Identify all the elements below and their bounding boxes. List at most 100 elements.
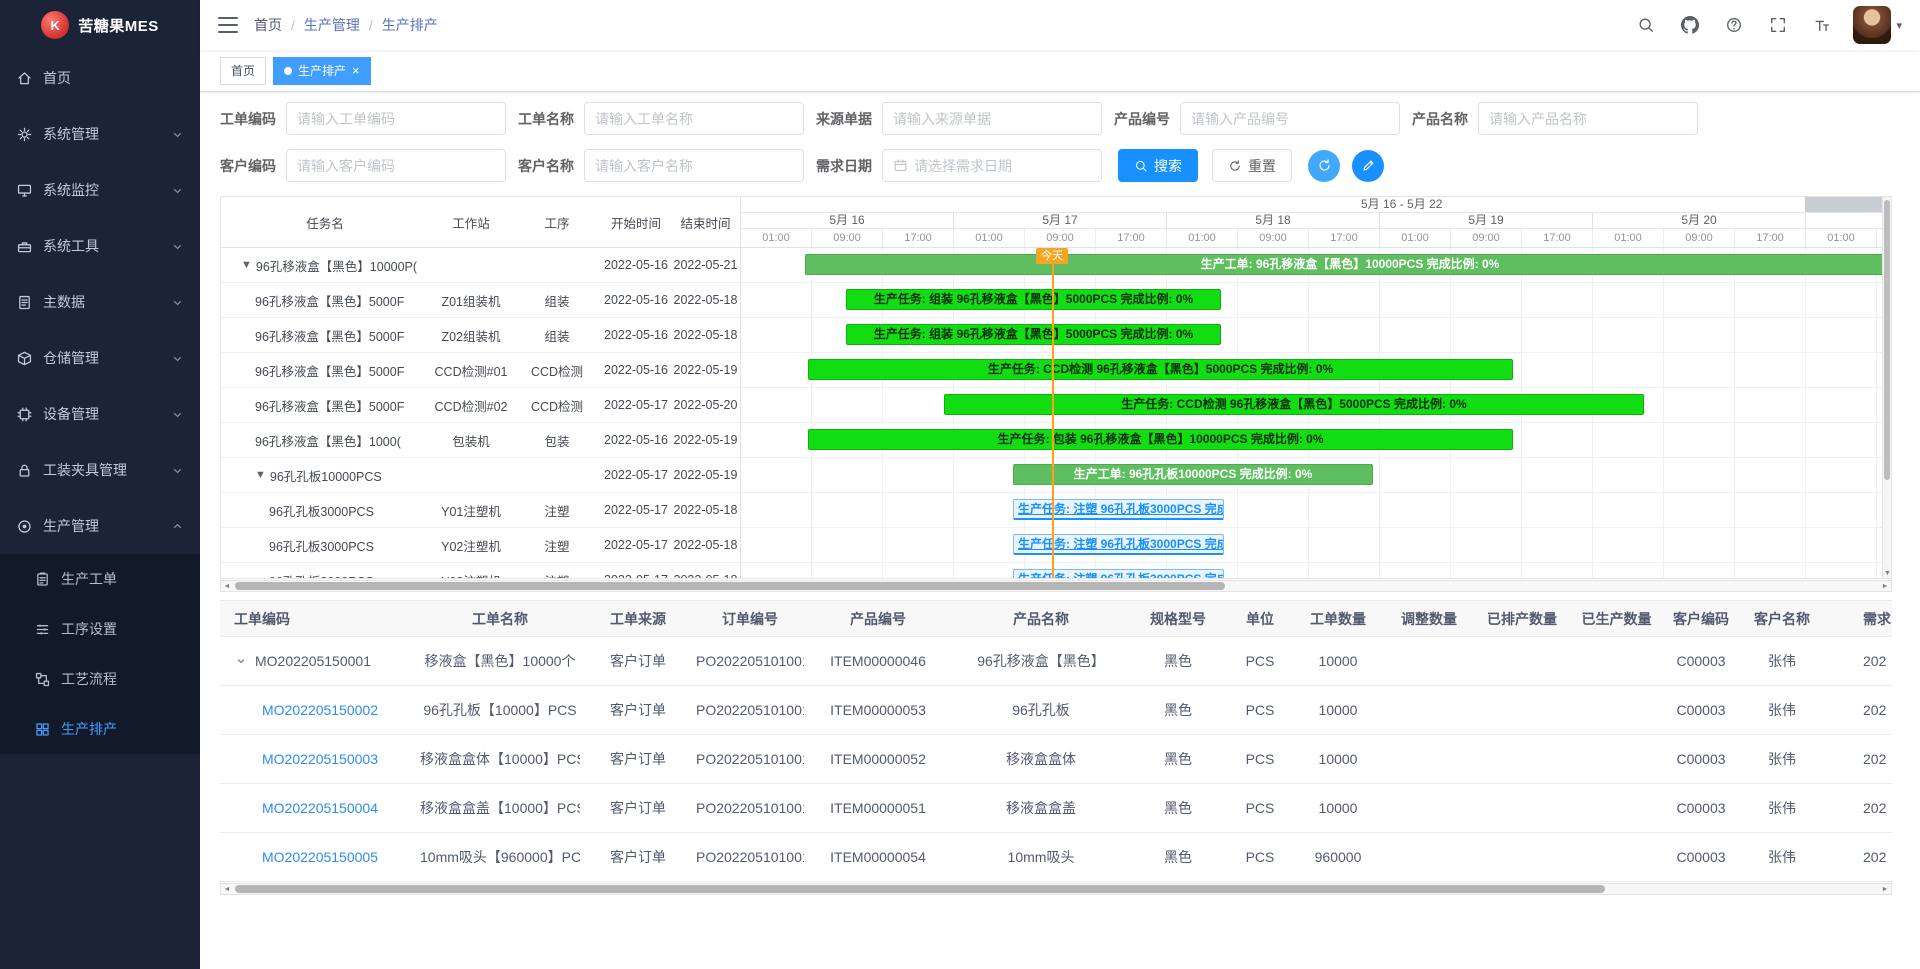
hamburger-menu-icon[interactable] (218, 17, 238, 33)
input-field[interactable] (595, 111, 793, 127)
gantt-bar[interactable]: 生产任务: 注塑 96孔孔板3000PCS 完成 (1013, 569, 1224, 578)
table-cell (1382, 735, 1476, 784)
user-menu[interactable]: ▾ (1853, 6, 1902, 44)
gantt-grid-row[interactable]: 96孔移液盒【黑色】5000F CCD检测#02 CCD检测 2022-05-1… (221, 388, 740, 423)
filter-text-input[interactable] (286, 149, 506, 182)
sidebar-subitem-8-3[interactable]: 生产排产 (0, 704, 200, 754)
search-button[interactable]: 搜索 (1118, 149, 1198, 182)
filter-text-input[interactable] (1180, 102, 1400, 135)
gantt-grid-row[interactable]: 96孔孔板3000PCS Y02注塑机 注塑 2022-05-17 2022-0… (221, 528, 740, 563)
gantt-grid-row[interactable]: 96孔移液盒【黑色】1000( 包装机 包装 2022-05-16 2022-0… (221, 423, 740, 458)
work-order-code-link[interactable]: MO202205150002 (262, 702, 378, 718)
sidebar-item-2[interactable]: 系统监控 (0, 162, 200, 218)
gantt-grid-row[interactable]: ▼ 96孔移液盒【黑色】10000P( 2022-05-16 2022-05-2… (221, 248, 740, 283)
gantt-grid-row[interactable]: 96孔孔板3000PCS Y01注塑机 注塑 2022-05-17 2022-0… (221, 493, 740, 528)
gantt-bar[interactable]: 生产工单: 96孔移液盒【黑色】10000PCS 完成比例: 0% (805, 254, 1884, 275)
gantt-bar[interactable]: 生产任务: CCD检测 96孔移液盒【黑色】5000PCS 完成比例: 0% (944, 394, 1644, 415)
table-cell: 张伟 (1737, 833, 1827, 882)
input-field[interactable] (1489, 111, 1687, 127)
scrollbar-thumb[interactable] (235, 885, 1605, 893)
font-size-button[interactable] (1805, 8, 1839, 42)
sidebar-item-8[interactable]: 生产管理 (0, 498, 200, 554)
input-field[interactable] (297, 111, 495, 127)
expand-triangle-icon[interactable]: ▼ (255, 469, 266, 481)
demand-date-input[interactable] (882, 149, 1102, 182)
search-button[interactable] (1629, 8, 1663, 42)
fullscreen-button[interactable] (1761, 8, 1795, 42)
filter-text-input[interactable] (1478, 102, 1698, 135)
gantt-grid-row[interactable]: 96孔移液盒【黑色】5000F Z01组装机 组装 2022-05-16 202… (221, 283, 740, 318)
sidebar-subitem-8-2[interactable]: 工艺流程 (0, 654, 200, 704)
work-order-code-link[interactable]: MO202205150003 (262, 751, 378, 767)
filter-text-input[interactable] (286, 102, 506, 135)
sidebar-item-7[interactable]: 工装夹具管理 (0, 442, 200, 498)
breadcrumb-item-1[interactable]: 生产管理 (304, 15, 360, 35)
input-field[interactable] (914, 158, 1091, 174)
gantt-bar[interactable]: 生产任务: 注塑 96孔孔板3000PCS 完成 (1013, 499, 1224, 520)
gantt-grid-row[interactable]: 96孔移液盒【黑色】5000F Z02组装机 组装 2022-05-16 202… (221, 318, 740, 353)
sidebar-item-0[interactable]: 首页 (0, 50, 200, 106)
table-row[interactable]: MO202205150003移液盒盒体【10000】PCS客户订单PO20220… (220, 735, 1892, 784)
scrollbar-down-arrow-icon[interactable]: ▼ (1883, 570, 1892, 577)
filter-text-input[interactable] (584, 102, 804, 135)
edit-button[interactable] (1352, 150, 1384, 182)
tab-home[interactable]: 首页 (220, 57, 266, 85)
filter-text-input[interactable] (882, 102, 1102, 135)
input-field[interactable] (893, 111, 1091, 127)
sidebar-item-5[interactable]: 仓储管理 (0, 330, 200, 386)
timeline-hour-label: 09:00 (1664, 229, 1735, 247)
reset-button[interactable]: 重置 (1212, 149, 1292, 182)
gantt-bar[interactable]: 生产工单: 96孔孔板10000PCS 完成比例: 0% (1013, 464, 1373, 485)
refresh-button[interactable] (1308, 150, 1340, 182)
row-expand-chevron-icon[interactable] (234, 654, 248, 668)
gantt-vertical-scrollbar[interactable]: ▼ (1882, 197, 1891, 578)
table-cell: 移液盒盒盖 (952, 784, 1130, 833)
work-order-code-link[interactable]: MO202205150005 (262, 849, 378, 865)
scrollbar-right-arrow-icon[interactable]: ► (1879, 583, 1891, 590)
input-field[interactable] (297, 158, 495, 174)
breadcrumb-item-0[interactable]: 首页 (254, 15, 282, 35)
app-logo[interactable]: K 苦糖果MES (0, 0, 200, 50)
scrollbar-thumb[interactable] (1884, 200, 1890, 480)
gantt-bar[interactable]: 生产任务: CCD检测 96孔移液盒【黑色】5000PCS 完成比例: 0% (808, 359, 1513, 380)
work-order-code-link[interactable]: MO202205150001 (255, 653, 371, 669)
sidebar-subitem-8-1[interactable]: 工序设置 (0, 604, 200, 654)
gantt-bar[interactable]: 生产任务: 注塑 96孔孔板3000PCS 完成 (1013, 534, 1224, 555)
sidebar-subitem-8-0[interactable]: 生产工单 (0, 554, 200, 604)
gantt-grid-body: ▼ 96孔移液盒【黑色】10000P( 2022-05-16 2022-05-2… (221, 248, 740, 578)
filter-text-input[interactable] (584, 149, 804, 182)
input-field[interactable] (1191, 111, 1389, 127)
work-order-code-link[interactable]: MO202205150004 (262, 800, 378, 816)
gantt-grid-row[interactable]: 96孔移液盒【黑色】5000F CCD检测#01 CCD检测 2022-05-1… (221, 353, 740, 388)
gantt-bar[interactable]: 生产任务: 包装 96孔移液盒【黑色】10000PCS 完成比例: 0% (808, 429, 1513, 450)
input-field[interactable] (595, 158, 793, 174)
gantt-horizontal-scrollbar[interactable]: ◄ ► (220, 580, 1892, 592)
scrollbar-thumb[interactable] (235, 582, 1225, 590)
scrollbar-left-arrow-icon[interactable]: ◄ (221, 886, 233, 893)
gantt-bar[interactable]: 生产任务: 组装 96孔移液盒【黑色】5000PCS 完成比例: 0% (846, 324, 1221, 345)
sidebar-item-4[interactable]: 主数据 (0, 274, 200, 330)
sidebar-item-6[interactable]: 设备管理 (0, 386, 200, 442)
table-row[interactable]: MO202205150004移液盒盒盖【10000】PCS客户订单PO20220… (220, 784, 1892, 833)
table-row[interactable]: MO202205150001移液盒【黑色】10000个客户订单PO2022051… (220, 637, 1892, 686)
scrollbar-right-arrow-icon[interactable]: ► (1879, 886, 1891, 893)
table-cell: C00003 (1665, 637, 1737, 686)
github-button[interactable] (1673, 8, 1707, 42)
sidebar-item-1[interactable]: 系统管理 (0, 106, 200, 162)
sidebar-item-3[interactable]: 系统工具 (0, 218, 200, 274)
table-horizontal-scrollbar[interactable]: ◄ ► (220, 883, 1892, 895)
gantt-bar[interactable]: 生产任务: 组装 96孔移液盒【黑色】5000PCS 完成比例: 0% (846, 289, 1221, 310)
tab-production-schedule[interactable]: 生产排产 × (273, 57, 371, 85)
expand-triangle-icon[interactable]: ▼ (241, 259, 252, 271)
breadcrumb-item-2[interactable]: 生产排产 (382, 15, 438, 35)
column-task-name: 任务名 (221, 213, 429, 232)
table-row[interactable]: MO20220515000510mm吸头【960000】PCS客户订单PO202… (220, 833, 1892, 882)
avatar[interactable] (1853, 6, 1891, 44)
scrollbar-left-arrow-icon[interactable]: ◄ (221, 583, 233, 590)
table-row[interactable]: MO20220515000296孔孔板【10000】PCS客户订单PO20220… (220, 686, 1892, 735)
table-cell: ITEM00000053 (804, 686, 952, 735)
tab-close-icon[interactable]: × (352, 64, 360, 77)
question-button[interactable] (1717, 8, 1751, 42)
gantt-grid-row[interactable]: 96孔孔板3000PCS Y03注塑机 注塑 2022-05-17 2022-0… (221, 563, 740, 578)
gantt-grid-row[interactable]: ▼ 96孔孔板10000PCS 2022-05-17 2022-05-19 (221, 458, 740, 493)
